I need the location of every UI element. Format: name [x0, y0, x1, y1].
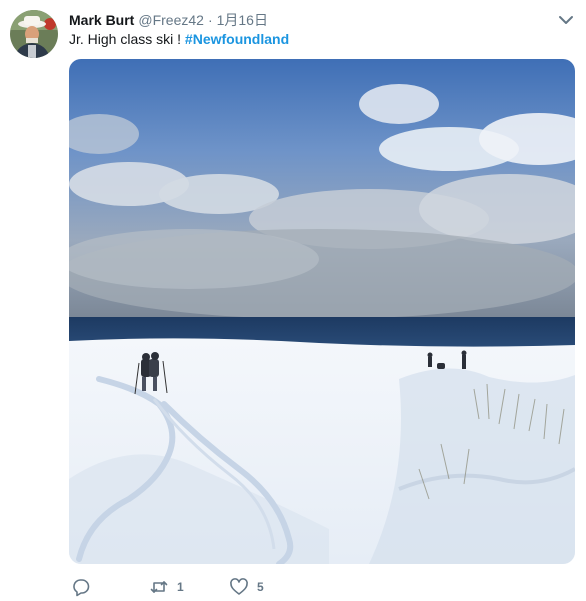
avatar[interactable]	[10, 10, 58, 58]
heart-icon	[229, 577, 249, 597]
tweet-text-plain: Jr. High class ski !	[69, 31, 185, 47]
author-handle[interactable]: @Freez42	[138, 12, 204, 28]
tweet-text: Jr. High class ski ! #Newfoundland	[69, 30, 289, 48]
retweet-button[interactable]: 1	[149, 575, 184, 599]
tweet-header: Mark Burt @Freez42 · 1月16日	[69, 10, 268, 28]
tweet-photo[interactable]	[69, 59, 575, 564]
header-separator: ·	[207, 12, 213, 28]
reply-button[interactable]	[71, 575, 91, 599]
chevron-down-icon[interactable]	[556, 12, 576, 28]
tweet-card[interactable]: Mark Burt @Freez42 · 1月16日 Jr. High clas…	[0, 0, 586, 601]
retweet-icon	[149, 577, 169, 597]
photo-snow-ski-scene-icon	[69, 59, 575, 564]
reply-icon	[71, 577, 91, 597]
tweet-actions: 1 5	[69, 575, 529, 599]
retweet-count: 1	[177, 580, 184, 594]
tweet-timestamp[interactable]: 1月16日	[217, 10, 268, 30]
like-count: 5	[257, 580, 264, 594]
like-button[interactable]: 5	[229, 575, 264, 599]
author-name[interactable]: Mark Burt	[69, 12, 134, 28]
hashtag-link[interactable]: #Newfoundland	[185, 31, 289, 47]
